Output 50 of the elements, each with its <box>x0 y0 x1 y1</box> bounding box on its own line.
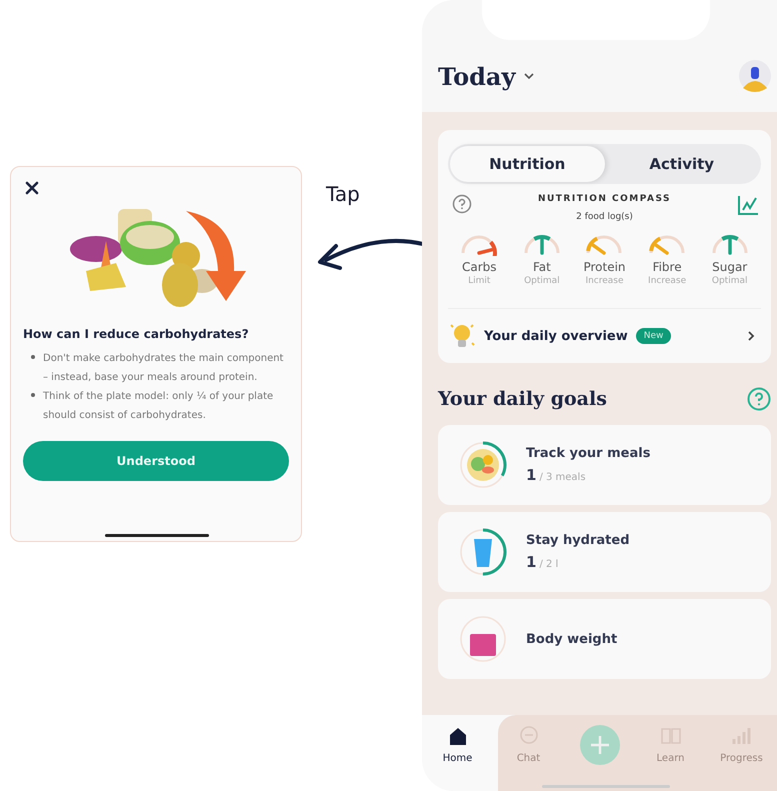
goal-card[interactable]: Body weight <box>438 599 771 679</box>
progress-ring <box>458 527 508 577</box>
goal-target: / 2 l <box>539 559 558 570</box>
progress-ring <box>458 614 508 664</box>
help-icon <box>452 194 472 214</box>
tab[interactable]: Activity <box>604 146 759 182</box>
tab[interactable]: Nutrition <box>450 146 604 182</box>
goal-count: 1 <box>526 466 536 484</box>
nutrient-label: Carbs <box>462 260 497 274</box>
goals-title: Your daily goals <box>438 388 607 410</box>
chevron-down-icon[interactable] <box>523 72 536 80</box>
date-title: Today <box>438 62 516 90</box>
bullet-icon <box>31 393 35 397</box>
goal-title: Track your meals <box>526 446 650 461</box>
nutrient-label: Sugar <box>712 260 748 274</box>
bullet-icon <box>31 355 35 359</box>
nutrient-label: Fibre <box>652 260 682 274</box>
goal-title: Body weight <box>526 632 618 646</box>
nutrient-label: Protein <box>583 260 626 274</box>
goal-card[interactable]: Stay hydrated 1 / 2 l <box>438 512 771 592</box>
learn-icon <box>660 725 682 747</box>
help-icon <box>747 387 771 411</box>
food-log-count: 2 food log(s) <box>575 212 634 222</box>
avatar-icon[interactable] <box>739 60 771 92</box>
nutrient-status: Limit <box>468 276 490 286</box>
progress-icon <box>730 725 752 747</box>
goal-title: Stay hydrated <box>526 533 630 548</box>
nutrient-label: Fat <box>532 260 551 274</box>
close-icon[interactable] <box>25 181 39 195</box>
tap-label: Tap <box>326 182 361 206</box>
overview-label: Your daily overview <box>484 328 628 344</box>
chart-icon <box>737 194 759 216</box>
daily-overview-row[interactable]: Your daily overview New <box>448 321 761 351</box>
plus-icon <box>580 725 620 765</box>
nutrient-status: Increase <box>585 276 624 286</box>
compass-title: NUTRITION COMPASS <box>536 194 672 204</box>
bullet-text: Think of the plate model: only ¼ of your plate should consist of carbohydrates. <box>43 390 274 423</box>
chat-icon <box>518 725 540 747</box>
progress-ring <box>458 440 508 490</box>
goal-card[interactable]: Track your meals 1 / 3 meals <box>438 425 771 505</box>
tip-heading: How can I reduce carbohydrates? <box>23 327 250 341</box>
nutrient-status: Increase <box>648 276 686 286</box>
goal-count: 1 <box>526 553 536 571</box>
nutrient-status: Optimal <box>524 276 560 286</box>
nutrient-status: Optimal <box>712 276 748 286</box>
chevron-right-icon <box>747 330 755 342</box>
new-badge: New <box>636 328 672 344</box>
bullet-text: Don't make carbohydrates the main component – instead, base your meals around protein. <box>43 352 284 385</box>
nav-tab[interactable]: Home <box>422 715 493 791</box>
goal-target: / 3 meals <box>539 472 586 483</box>
